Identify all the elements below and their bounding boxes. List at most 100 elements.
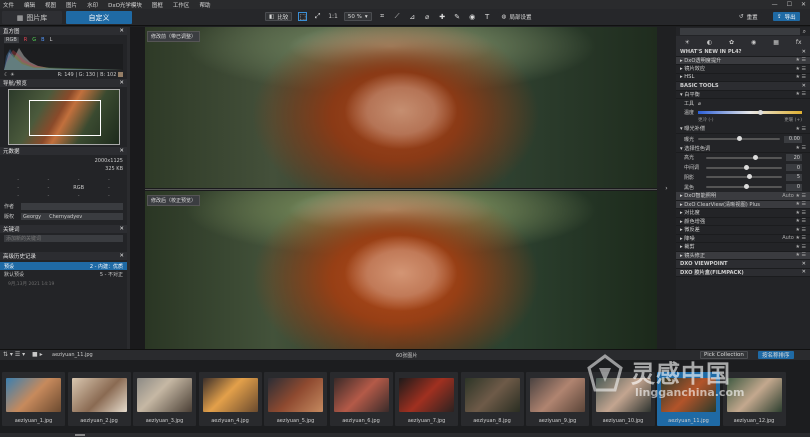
tool-row[interactable]: ▸ 镜头修正 ★ ☰ bbox=[676, 251, 810, 261]
close-icon[interactable]: ✕ bbox=[119, 226, 124, 232]
navigator-viewport[interactable] bbox=[28, 100, 101, 136]
viewpoint-header[interactable]: DXO VIEWPOINT ✕ bbox=[676, 260, 810, 269]
scrollbar-thumb[interactable] bbox=[75, 434, 85, 436]
tool-row[interactable]: ▸ 对比度 ★ ☰ bbox=[676, 209, 810, 218]
export-button[interactable]: ⇪ 导出 bbox=[773, 12, 800, 21]
filmstrip-scrollbar[interactable] bbox=[0, 433, 810, 437]
menu-file[interactable]: 文件 bbox=[3, 1, 14, 9]
tool-row[interactable]: ▸ HSL ★ ☰ bbox=[676, 74, 810, 82]
eyedropper-icon[interactable]: ⌀ bbox=[698, 101, 701, 107]
close-icon[interactable]: ✕ bbox=[802, 261, 806, 267]
text-icon[interactable]: T bbox=[483, 12, 492, 21]
menu-help[interactable]: 帮助 bbox=[199, 1, 210, 9]
temperature-knob[interactable] bbox=[758, 110, 764, 115]
whats-new-header[interactable]: WHAT'S NEW IN PL4? ✕ bbox=[676, 48, 810, 57]
history-item[interactable]: 预设 2 - 内建：优质 bbox=[0, 262, 127, 270]
perspective-icon[interactable]: ⊿ bbox=[408, 12, 417, 21]
tone-value[interactable]: 0 bbox=[786, 183, 802, 191]
star-icon[interactable]: ★ ☰ bbox=[795, 235, 806, 241]
menu-optics[interactable]: DxO光学模块 bbox=[108, 1, 142, 9]
thumbnail[interactable]: aeziyuan_8.jpg bbox=[460, 372, 524, 426]
tool-row[interactable]: ▾ 曝光补偿 ★ ☰ bbox=[676, 125, 810, 134]
star-icon[interactable]: ★ ☰ bbox=[795, 126, 806, 132]
star-icon[interactable]: ★ ☰ bbox=[795, 201, 806, 207]
tool-row[interactable]: ▸ DxO智能照明 Auto ★ ☰ bbox=[676, 192, 810, 201]
close-icon[interactable]: ✕ bbox=[119, 253, 124, 259]
tone-slider[interactable] bbox=[706, 184, 782, 190]
detail-tab-icon[interactable]: ✿ bbox=[729, 39, 734, 46]
zoom-select[interactable]: 50 % ▾ bbox=[343, 12, 372, 21]
thumbnail[interactable]: aeziyuan_9.jpg bbox=[526, 372, 589, 426]
star-icon[interactable]: ★ ☰ bbox=[795, 210, 806, 216]
copyright-field[interactable]: Georgy Chernyadyev bbox=[21, 213, 123, 220]
star-icon[interactable]: ★ ☰ bbox=[795, 66, 806, 72]
straighten-icon[interactable]: ⟋ bbox=[393, 12, 402, 21]
repair-icon[interactable]: ✚ bbox=[438, 12, 447, 21]
menu-watermark[interactable]: 水印 bbox=[87, 1, 98, 9]
palette-search-input[interactable] bbox=[680, 28, 800, 35]
metadata-header[interactable]: 元数据 ✕ bbox=[0, 147, 127, 155]
thumbnail[interactable]: aeziyuan_3.jpg bbox=[133, 372, 196, 426]
eyedropper-icon[interactable]: ⌀ bbox=[423, 12, 432, 21]
menu-frame[interactable]: 图框 bbox=[152, 1, 163, 9]
star-icon[interactable]: ★ ☰ bbox=[795, 193, 806, 199]
keywords-input[interactable]: 添加新的关键词 bbox=[4, 235, 123, 242]
tool-row[interactable]: ▸ 镜片效应 ★ ☰ bbox=[676, 65, 810, 74]
tone-value[interactable]: 20 bbox=[786, 154, 802, 162]
channel-l[interactable]: L bbox=[50, 37, 53, 43]
close-icon[interactable]: ✕ bbox=[119, 80, 124, 86]
star-icon[interactable]: ★ ☰ bbox=[795, 91, 806, 97]
eye-icon[interactable]: ◉ bbox=[468, 12, 477, 21]
close-icon[interactable]: ✕ bbox=[802, 269, 806, 275]
close-icon[interactable]: ✕ bbox=[801, 1, 806, 8]
brush-icon[interactable]: ✎ bbox=[453, 12, 462, 21]
channel-g[interactable]: G bbox=[32, 37, 36, 43]
tool-row[interactable]: ▾ 白平衡 ★ ☰ bbox=[676, 91, 810, 99]
thumbnail[interactable]: aeziyuan_1.jpg bbox=[2, 372, 65, 426]
star-icon[interactable]: ★ ☰ bbox=[795, 218, 806, 224]
filmpack-header[interactable]: DXO 胶片盒(FILMPACK) ✕ bbox=[676, 268, 810, 278]
compare-button[interactable]: ◧ 比较 bbox=[265, 12, 293, 21]
exposure-slider[interactable] bbox=[698, 136, 780, 141]
histogram-header[interactable]: 直方图 ✕ bbox=[0, 27, 127, 35]
menu-view[interactable]: 视图 bbox=[45, 1, 56, 9]
tool-row[interactable]: ▸ DxO透明度提升 ★ ☰ bbox=[676, 56, 810, 65]
star-icon[interactable]: ★ ☰ bbox=[795, 145, 806, 151]
minimize-icon[interactable]: — bbox=[772, 1, 778, 8]
maximize-icon[interactable]: ☐ bbox=[787, 1, 792, 8]
close-icon[interactable]: ✕ bbox=[119, 28, 124, 34]
watermark-tab-icon[interactable]: ▦ bbox=[773, 39, 779, 46]
close-icon[interactable]: ✕ bbox=[802, 49, 806, 55]
tab-library[interactable]: ▦ 图片库 bbox=[2, 11, 62, 24]
star-icon[interactable]: ★ ☰ bbox=[795, 57, 806, 63]
history-header[interactable]: 高级历史记录 ✕ bbox=[0, 252, 127, 260]
history-item[interactable]: 默认预设 5 - 不对正 bbox=[0, 270, 127, 278]
before-image[interactable] bbox=[145, 27, 657, 188]
effects-tab-icon[interactable]: fx bbox=[796, 39, 802, 46]
thumbnail[interactable]: aeziyuan_7.jpg bbox=[395, 372, 458, 426]
menu-edit[interactable]: 编辑 bbox=[24, 1, 35, 9]
channel-rgb[interactable]: RGB bbox=[4, 37, 19, 43]
tone-knob[interactable] bbox=[744, 164, 749, 170]
navigator-header[interactable]: 导航/预览 ✕ bbox=[0, 79, 127, 87]
tool-row[interactable]: ▸ DxO ClearView(清晰视图) Plus ★ ☰ bbox=[676, 200, 810, 210]
tone-value[interactable]: 0 bbox=[786, 164, 802, 172]
right-collapse-handle[interactable]: › bbox=[657, 27, 676, 349]
close-icon[interactable]: ✕ bbox=[802, 83, 806, 89]
local-adjust-button[interactable]: ◍ 局部设置 bbox=[497, 12, 536, 21]
thumbnail[interactable]: aeziyuan_5.jpg bbox=[264, 372, 327, 426]
reset-button[interactable]: ↺ 重置 bbox=[735, 12, 762, 21]
exposure-knob[interactable] bbox=[737, 136, 743, 141]
menu-image[interactable]: 图片 bbox=[66, 1, 77, 9]
tool-row[interactable]: ▸ 微反差 ★ ☰ bbox=[676, 226, 810, 235]
tone-slider[interactable] bbox=[706, 164, 782, 170]
star-icon[interactable]: ★ ☰ bbox=[795, 252, 806, 258]
author-field[interactable] bbox=[21, 203, 123, 210]
fit-icon[interactable]: ⤢ bbox=[313, 12, 322, 21]
exposure-value[interactable]: 0.00 bbox=[784, 135, 802, 143]
light-tab-icon[interactable]: ☀ bbox=[684, 39, 689, 46]
close-icon[interactable]: ✕ bbox=[119, 148, 124, 154]
tool-row[interactable]: ▾ 选择性色调 ★ ☰ bbox=[676, 145, 810, 153]
split-view-icon[interactable]: ⬚ bbox=[298, 12, 308, 21]
channel-b[interactable]: B bbox=[41, 37, 44, 43]
